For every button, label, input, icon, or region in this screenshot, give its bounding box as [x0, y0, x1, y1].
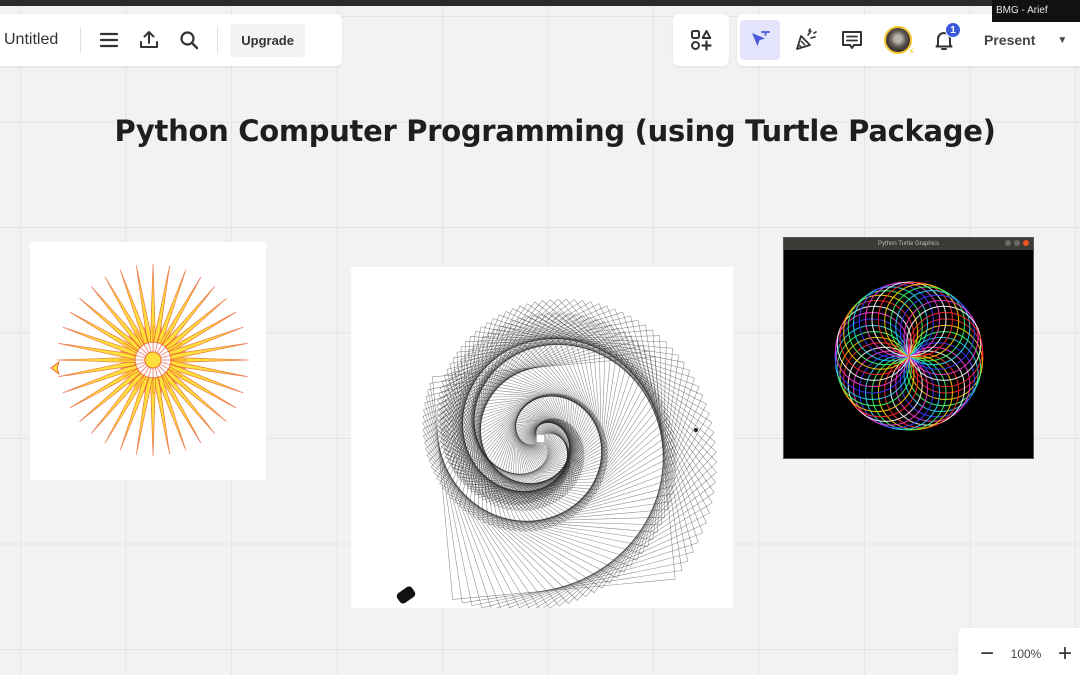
shapes-icon	[691, 30, 712, 51]
notification-badge: 1	[945, 22, 961, 38]
sun-starburst-drawing	[50, 263, 250, 457]
spiral-square	[536, 434, 545, 443]
presenter-name-tag: BMG - Arief	[992, 0, 1080, 22]
board-heading[interactable]: Python Computer Programming (using Turtl…	[0, 114, 1080, 148]
party-popper-icon	[796, 28, 817, 50]
window-title: Python Turtle Graphics	[877, 241, 940, 247]
screen-top-strip	[0, 0, 1080, 6]
notifications-button[interactable]: 1	[924, 20, 964, 60]
select-tool-button[interactable]	[740, 20, 780, 60]
present-button[interactable]: Present ▼	[970, 23, 1080, 57]
zoom-controls: − 100% +	[958, 628, 1080, 675]
toolbar-divider	[217, 27, 219, 53]
zoom-out-button[interactable]: −	[970, 642, 1004, 666]
search-button[interactable]	[169, 20, 209, 60]
square-spiral-image[interactable]	[351, 267, 733, 608]
export-button[interactable]	[129, 20, 169, 60]
document-title[interactable]: Untitled	[4, 31, 72, 49]
circle-rose-drawing	[834, 281, 984, 431]
toolbar-divider	[80, 27, 82, 53]
minimize-icon	[1005, 240, 1011, 246]
chevron-down-icon[interactable]: ▼	[1057, 35, 1067, 46]
comments-button[interactable]	[832, 20, 872, 60]
pen-dot	[694, 428, 698, 432]
menu-button[interactable]	[89, 20, 129, 60]
zoom-in-button[interactable]: +	[1048, 642, 1080, 666]
shapes-button[interactable]	[681, 20, 721, 60]
upload-icon	[140, 31, 159, 48]
comment-icon	[842, 31, 862, 49]
close-icon	[1023, 240, 1029, 246]
turtle-cursor	[396, 586, 416, 604]
square-spiral-drawing	[396, 298, 718, 608]
sun-center	[144, 351, 162, 369]
cursor-icon	[752, 31, 770, 46]
menu-icon	[100, 32, 119, 48]
window-controls	[1005, 240, 1029, 246]
turtle-cursor	[50, 360, 60, 376]
window-titlebar: Python Turtle Graphics	[784, 238, 1033, 250]
celebrate-button[interactable]	[786, 20, 826, 60]
zoom-level[interactable]: 100%	[1004, 647, 1048, 661]
present-label: Present	[984, 32, 1036, 48]
main-toolbar: Untitled Upgrade	[0, 14, 342, 66]
sun-starburst-image[interactable]	[30, 242, 266, 480]
user-avatar-button[interactable]: ⚡	[878, 20, 918, 60]
lightning-icon: ⚡	[907, 47, 915, 58]
avatar: ⚡	[884, 26, 915, 58]
search-icon	[180, 31, 199, 50]
maximize-icon	[1014, 240, 1020, 246]
shapes-panel	[673, 14, 729, 66]
upgrade-button[interactable]: Upgrade	[230, 23, 305, 57]
turtle-graphics-window-image[interactable]: Python Turtle Graphics	[783, 237, 1034, 459]
